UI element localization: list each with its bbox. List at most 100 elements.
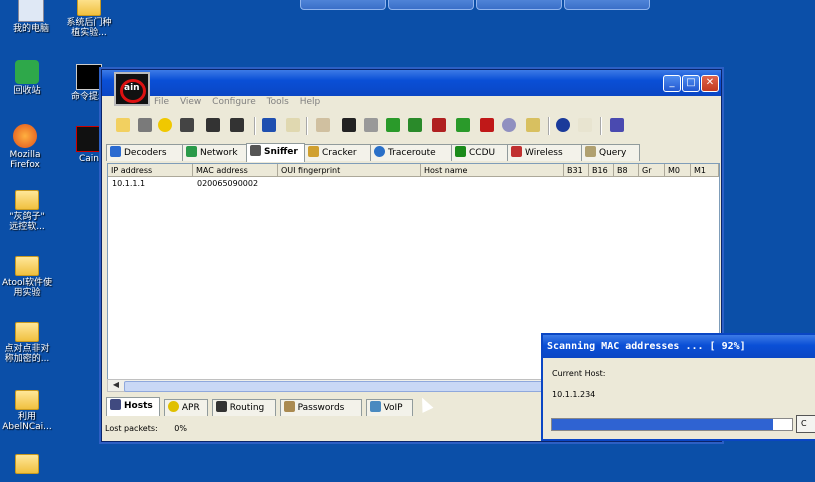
cancel-button[interactable]: C	[796, 415, 815, 433]
column-header[interactable]: OUI fingerprint	[278, 164, 421, 177]
desktop-icon-label: 回收站	[13, 86, 41, 96]
tab-apr[interactable]: APR	[163, 399, 208, 416]
desktop-icon-label: 我的电脑	[12, 24, 49, 34]
wireless-icon	[511, 146, 522, 157]
tab-query[interactable]: Query	[581, 144, 640, 161]
folder-icon	[15, 390, 39, 410]
tab-wireless[interactable]: Wireless	[507, 144, 582, 161]
tab-routing[interactable]: Routing	[211, 399, 276, 416]
hash-icon[interactable]	[456, 118, 470, 132]
menu-configure[interactable]: Configure	[212, 97, 256, 107]
hash-icon[interactable]	[408, 118, 422, 132]
menu-tools[interactable]: Tools	[267, 97, 289, 107]
tab-cracker[interactable]: Cracker	[304, 144, 371, 161]
recycle-bin-icon	[15, 60, 39, 84]
sniffer-icon	[250, 145, 261, 156]
tab-hosts[interactable]: Hosts	[106, 397, 160, 416]
host-ip[interactable]: 10.1.1.1	[108, 179, 145, 190]
grid-icon[interactable]	[206, 118, 220, 132]
close-button[interactable]: ✕	[701, 75, 719, 92]
toolbar	[106, 115, 716, 139]
cisco-icon[interactable]	[364, 118, 378, 132]
query-icon	[585, 146, 596, 157]
hash-icon[interactable]	[432, 118, 446, 132]
desktop-icon-label: Atool软件使 用实验	[1, 278, 53, 298]
scroll-left-icon[interactable]: ◀	[109, 380, 123, 391]
progress-fill	[552, 419, 773, 430]
host-mac[interactable]: 020065090002	[193, 179, 258, 190]
passwords-icon	[283, 401, 295, 412]
exit-icon[interactable]	[610, 118, 624, 132]
hash-icon[interactable]	[386, 118, 400, 132]
remove-icon[interactable]	[286, 118, 300, 132]
sniffer-subtabs: Hosts APR Routing Passwords VoIP	[106, 397, 414, 416]
desktop-icon-folder[interactable]: 利用 AbelNCai...	[0, 386, 58, 432]
network-icon[interactable]	[180, 118, 194, 132]
column-header[interactable]: M1	[691, 164, 719, 177]
desktop-icon-my-computer[interactable]: 我的电脑	[0, 0, 62, 34]
tab-network[interactable]: Network	[182, 144, 247, 161]
grid-icon[interactable]	[230, 118, 244, 132]
desktop-icon-label: 点对点非对 称加密的...	[4, 344, 50, 364]
window-titlebar[interactable]: _ □ ✕	[102, 70, 721, 96]
desktop-icon-folder[interactable]	[0, 450, 58, 476]
desktop-icon-recycle-bin[interactable]: 回收站	[0, 60, 58, 96]
help-icon[interactable]	[578, 118, 592, 132]
menu-bar: File View Configure Tools Help	[154, 97, 328, 111]
column-header[interactable]: B8	[614, 164, 639, 177]
menu-file[interactable]: File	[154, 97, 169, 107]
column-header[interactable]: B16	[589, 164, 614, 177]
folder-icon	[77, 0, 101, 16]
voip-icon	[369, 401, 381, 412]
hash-icon[interactable]	[480, 118, 494, 132]
taskbar-button[interactable]	[388, 0, 474, 10]
desktop-icon-label: "灰鸽子" 远控软...	[9, 212, 45, 232]
menu-help[interactable]: Help	[300, 97, 321, 107]
base64-icon[interactable]	[342, 118, 356, 132]
menu-view[interactable]: View	[180, 97, 201, 107]
folder-icon	[15, 256, 39, 276]
column-header[interactable]: M0	[665, 164, 691, 177]
info-icon[interactable]	[556, 118, 570, 132]
query-icon[interactable]	[526, 118, 540, 132]
desktop-icon-folder[interactable]: "灰鸽子" 远控软...	[0, 186, 58, 232]
desktop-icon-folder[interactable]: 系统后门种 植实验...	[58, 0, 120, 38]
scan-progress-bar	[551, 418, 793, 431]
current-host-value: 10.1.1.234	[552, 390, 596, 399]
open-folder-icon[interactable]	[116, 118, 130, 132]
taskbar-button[interactable]	[564, 0, 650, 10]
column-header[interactable]: Gr	[639, 164, 665, 177]
tab-passwords[interactable]: Passwords	[279, 399, 362, 416]
start-sniffer-icon[interactable]	[138, 118, 152, 132]
current-host-label: Current Host:	[552, 369, 606, 378]
taskbar-button[interactable]	[300, 0, 386, 10]
certificate-icon[interactable]	[316, 118, 330, 132]
hosts-icon	[110, 399, 121, 410]
taskbar-button[interactable]	[476, 0, 562, 10]
column-header[interactable]: Host name	[421, 164, 564, 177]
main-tabs: Decoders Network Sniffer Cracker Tracero…	[106, 143, 718, 162]
cain-icon	[76, 126, 102, 152]
tab-sniffer[interactable]: Sniffer	[246, 143, 305, 162]
column-header[interactable]: B31	[564, 164, 589, 177]
add-icon[interactable]	[262, 118, 276, 132]
tab-ccdu[interactable]: CCDU	[451, 144, 508, 161]
column-header[interactable]: MAC address	[193, 164, 278, 177]
column-header[interactable]: IP address	[108, 164, 193, 177]
start-apr-icon[interactable]	[158, 118, 172, 132]
folder-icon	[15, 454, 39, 474]
command-prompt-icon	[76, 64, 102, 90]
tab-voip[interactable]: VoIP	[365, 399, 413, 416]
desktop-icon-firefox[interactable]: Mozilla Firefox	[0, 124, 56, 170]
decoders-icon	[110, 146, 121, 157]
dialog-title[interactable]: Scanning MAC addresses ... [ 92%]	[543, 335, 815, 358]
desktop-icon-folder[interactable]: 点对点非对 称加密的...	[0, 318, 58, 364]
minimize-button[interactable]: _	[663, 75, 681, 92]
tab-traceroute[interactable]: Traceroute	[370, 144, 452, 161]
routing-icon	[215, 401, 227, 412]
lost-packets-value: 0%	[174, 424, 187, 433]
desktop-icon-folder[interactable]: Atool软件使 用实验	[0, 252, 58, 298]
wireless-icon[interactable]	[502, 118, 516, 132]
maximize-button[interactable]: □	[682, 75, 700, 92]
tab-decoders[interactable]: Decoders	[106, 144, 183, 161]
